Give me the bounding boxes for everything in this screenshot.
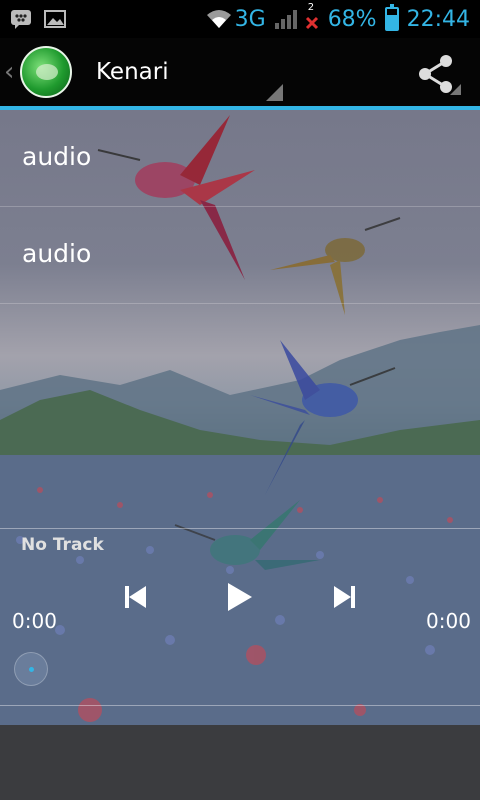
- playlist-item[interactable]: audio: [0, 207, 480, 304]
- notification-count: 2: [307, 2, 315, 13]
- battery-icon: [384, 4, 399, 31]
- elapsed-time: 0:00: [12, 609, 57, 633]
- wifi-icon: [205, 8, 231, 30]
- player-divider: [0, 528, 480, 529]
- play-button[interactable]: [218, 577, 258, 617]
- overflow-indicator: [450, 84, 461, 95]
- playlist-item-label: audio: [22, 142, 92, 171]
- signal-icon: [274, 8, 297, 30]
- seek-bar[interactable]: [14, 650, 466, 690]
- chevron-left-icon[interactable]: ‹: [4, 57, 18, 87]
- clock: 22:44: [406, 6, 470, 32]
- player-divider: [0, 705, 480, 706]
- bottom-bar: [0, 725, 480, 800]
- seek-thumb[interactable]: [14, 652, 48, 686]
- network-type: 3G: [234, 6, 266, 32]
- gallery-icon: [44, 8, 66, 30]
- play-icon: [228, 583, 252, 611]
- battery-fill: [386, 15, 397, 29]
- action-bar: ‹ Kenari: [0, 38, 480, 106]
- previous-icon: [125, 586, 146, 608]
- app-logo[interactable]: [20, 46, 72, 98]
- spinner-indicator: [266, 84, 283, 101]
- next-icon: [334, 586, 355, 608]
- playlist-item-label: audio: [22, 239, 92, 268]
- status-bar: 3G 2 68% 22:44: [0, 0, 480, 38]
- previous-button[interactable]: [116, 577, 156, 617]
- app-title[interactable]: Kenari: [96, 59, 169, 85]
- battery-percent: 68%: [327, 6, 377, 32]
- bbm-icon: [10, 8, 32, 30]
- missed-call-icon: 2: [304, 2, 320, 32]
- main-content: audio audio No Track 0:00 0:00: [0, 110, 480, 725]
- next-button[interactable]: [324, 577, 364, 617]
- track-title: No Track: [21, 535, 104, 555]
- total-time: 0:00: [426, 609, 471, 633]
- playlist-item[interactable]: audio: [0, 110, 480, 207]
